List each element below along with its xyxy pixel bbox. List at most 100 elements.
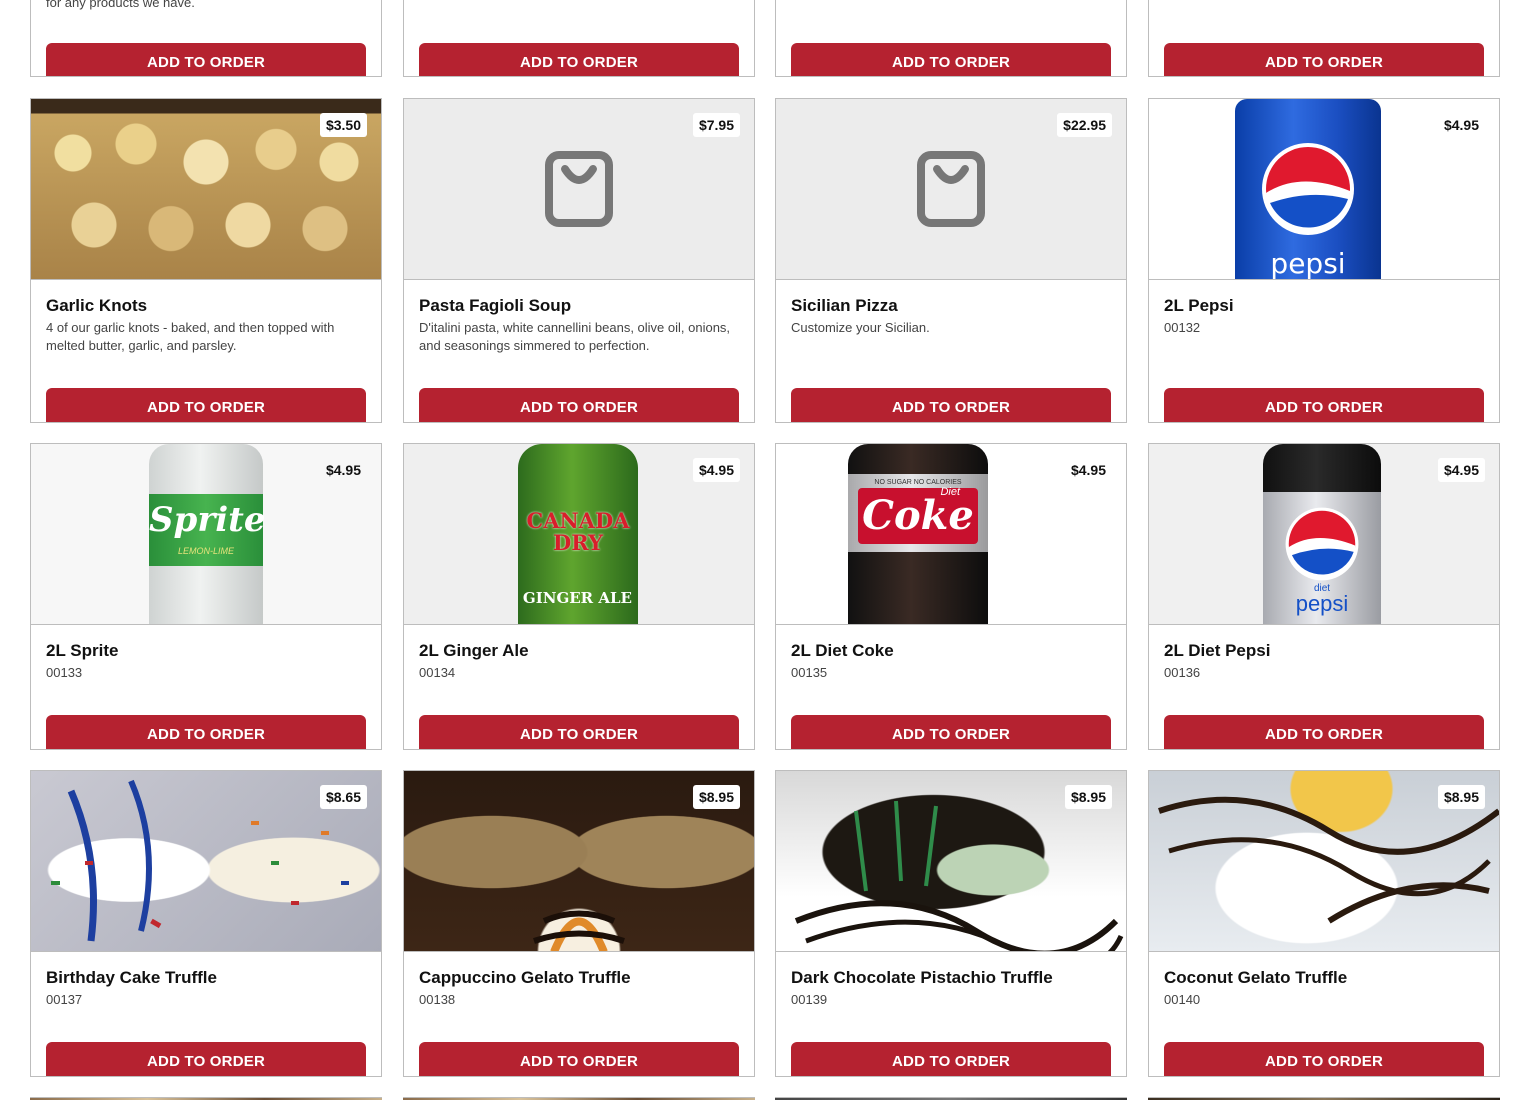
product-name[interactable]: Birthday Cake Truffle — [46, 968, 217, 988]
price-badge: $7.95 — [692, 113, 740, 137]
pepsi-logo-text: pepsi — [1270, 247, 1346, 280]
add-to-order-button[interactable]: ADD TO ORDER — [791, 388, 1111, 422]
product-card[interactable]: NO SUGAR NO CALORIES Diet Coke $4.95 2L … — [775, 443, 1127, 750]
product-card[interactable]: $3.50 Garlic Knots 4 of our garlic knots… — [30, 98, 382, 423]
product-name[interactable]: Dark Chocolate Pistachio Truffle — [791, 968, 1053, 988]
pistachio-truffle-image[interactable]: $8.95 — [776, 771, 1126, 952]
product-card[interactable]: CANADA DRY GINGER ALE $4.95 2L Ginger Al… — [403, 443, 755, 750]
add-to-order-button[interactable]: ADD TO ORDER — [1164, 715, 1484, 749]
price-badge: $8.95 — [1437, 785, 1485, 809]
bottle: diet pepsi — [1263, 444, 1381, 624]
bottle: NO SUGAR NO CALORIES Diet Coke — [848, 444, 988, 624]
diet-pepsi-bottle-image[interactable]: diet pepsi $4.95 — [1149, 444, 1499, 625]
product-name[interactable]: Pasta Fagioli Soup — [419, 296, 571, 316]
product-name[interactable]: 2L Pepsi — [1164, 296, 1234, 316]
product-code: 00139 — [791, 992, 828, 1007]
product-card: for any products we have. ADD TO ORDER — [30, 0, 382, 77]
product-card[interactable]: Sprite LEMON-LIME $4.95 2L Sprite 00133 … — [30, 443, 382, 750]
shopping-bag-icon — [917, 151, 985, 227]
diet-coke-bottle-image[interactable]: NO SUGAR NO CALORIES Diet Coke $4.95 — [776, 444, 1126, 625]
price-badge: $4.95 — [1437, 458, 1485, 482]
product-card: ADD TO ORDER — [775, 0, 1127, 77]
pepsi-globe-icon — [1262, 143, 1354, 235]
product-description: Customize your Sicilian. — [791, 320, 930, 335]
add-to-order-button[interactable]: ADD TO ORDER — [791, 1042, 1111, 1076]
add-to-order-button[interactable]: ADD TO ORDER — [419, 715, 739, 749]
product-card[interactable]: diet pepsi $4.95 2L Diet Pepsi 00136 ADD… — [1148, 443, 1500, 750]
bottle: pepsi — [1235, 99, 1381, 280]
coconut-truffle-image[interactable]: $8.95 — [1149, 771, 1499, 952]
product-code: 00133 — [46, 665, 83, 680]
pepsi-globe-icon — [1285, 507, 1359, 581]
add-to-order-button[interactable]: ADD TO ORDER — [1164, 1042, 1484, 1076]
product-name[interactable]: Coconut Gelato Truffle — [1164, 968, 1347, 988]
canada-dry-logo-text: CANADA DRY — [526, 508, 630, 555]
label: Sprite LEMON-LIME — [149, 494, 266, 566]
product-card[interactable]: $7.95 Pasta Fagioli Soup D'italini pasta… — [403, 98, 755, 423]
bottle: CANADA DRY GINGER ALE — [518, 444, 638, 624]
price-badge: $8.95 — [1064, 785, 1112, 809]
add-to-order-button[interactable]: ADD TO ORDER — [791, 43, 1111, 76]
price-badge: $8.65 — [319, 785, 367, 809]
add-to-order-button[interactable]: ADD TO ORDER — [419, 1042, 739, 1076]
shopping-bag-icon — [545, 151, 613, 227]
product-card[interactable]: $8.65 Birthday Cake Truffle 00137 ADD TO… — [30, 770, 382, 1077]
pepsi-logo-text: pepsi — [1295, 591, 1349, 616]
product-code: 00132 — [1164, 320, 1201, 335]
product-description: for any products we have. — [46, 0, 195, 10]
product-card[interactable]: pepsi $4.95 2L Pepsi 00132 ADD TO ORDER — [1148, 98, 1500, 423]
price-badge: $22.95 — [1057, 113, 1112, 137]
add-to-order-button[interactable]: ADD TO ORDER — [1164, 43, 1484, 76]
add-to-order-button[interactable]: ADD TO ORDER — [419, 388, 739, 422]
ginger-ale-bottle-image[interactable]: CANADA DRY GINGER ALE $4.95 — [404, 444, 754, 625]
pepsi-bottle-image[interactable]: pepsi $4.95 — [1149, 99, 1499, 280]
bottle: Sprite LEMON-LIME — [149, 444, 266, 624]
product-description: D'italini pasta, white cannellini beans,… — [419, 320, 731, 353]
product-code: 00138 — [419, 992, 456, 1007]
birthday-cake-truffle-image[interactable]: $8.65 — [31, 771, 381, 952]
coke-logo-text: Coke — [862, 492, 974, 539]
product-card[interactable]: $8.95 Coconut Gelato Truffle 00140 ADD T… — [1148, 770, 1500, 1077]
product-card[interactable]: $22.95 Sicilian Pizza Customize your Sic… — [775, 98, 1127, 423]
product-name[interactable]: Sicilian Pizza — [791, 296, 898, 316]
product-image[interactable]: $7.95 — [404, 99, 754, 280]
label: diet pepsi — [1263, 492, 1381, 624]
add-to-order-button[interactable]: ADD TO ORDER — [791, 715, 1111, 749]
coke-label-red: Diet Coke — [858, 486, 978, 544]
product-name[interactable]: 2L Diet Coke — [791, 641, 894, 661]
product-name[interactable]: 2L Sprite — [46, 641, 118, 661]
garlic-knots-image[interactable]: $3.50 — [31, 99, 381, 280]
product-code: 00137 — [46, 992, 83, 1007]
product-card[interactable]: $8.95 Cappuccino Gelato Truffle 00138 AD… — [403, 770, 755, 1077]
product-card[interactable]: $8.95 Dark Chocolate Pistachio Truffle 0… — [775, 770, 1127, 1077]
product-name[interactable]: 2L Diet Pepsi — [1164, 641, 1270, 661]
product-name[interactable]: 2L Ginger Ale — [419, 641, 529, 661]
cappuccino-truffle-image[interactable]: $8.95 — [404, 771, 754, 952]
price-badge: $4.95 — [1437, 113, 1485, 137]
add-to-order-button[interactable]: ADD TO ORDER — [419, 43, 739, 76]
product-image[interactable]: $22.95 — [776, 99, 1126, 280]
price-badge: $4.95 — [1070, 462, 1106, 478]
product-name[interactable]: Cappuccino Gelato Truffle — [419, 968, 631, 988]
ginger-ale-sub-text: GINGER ALE — [522, 589, 632, 607]
product-description: 4 of our garlic knots - baked, and then … — [46, 320, 335, 353]
add-to-order-button[interactable]: ADD TO ORDER — [46, 388, 366, 422]
sprite-sub-text: LEMON-LIME — [177, 546, 234, 556]
sprite-logo-text: Sprite — [149, 500, 266, 540]
sprite-bottle-image[interactable]: Sprite LEMON-LIME $4.95 — [31, 444, 381, 625]
add-to-order-button[interactable]: ADD TO ORDER — [1164, 388, 1484, 422]
label: NO SUGAR NO CALORIES Diet Coke — [848, 474, 988, 552]
product-name[interactable]: Garlic Knots — [46, 296, 147, 316]
price-badge: $4.95 — [325, 462, 361, 478]
add-to-order-button[interactable]: ADD TO ORDER — [46, 715, 366, 749]
diet-coke-top-text: NO SUGAR NO CALORIES — [874, 479, 962, 486]
product-code: 00140 — [1164, 992, 1201, 1007]
product-card: ADD TO ORDER — [1148, 0, 1500, 77]
price-badge: $3.50 — [319, 113, 367, 137]
product-code: 00134 — [419, 665, 456, 680]
diet-small-text: Diet — [940, 486, 960, 498]
product-code: 00135 — [791, 665, 828, 680]
add-to-order-button[interactable]: ADD TO ORDER — [46, 43, 366, 76]
product-code: 00136 — [1164, 665, 1201, 680]
add-to-order-button[interactable]: ADD TO ORDER — [46, 1042, 366, 1076]
